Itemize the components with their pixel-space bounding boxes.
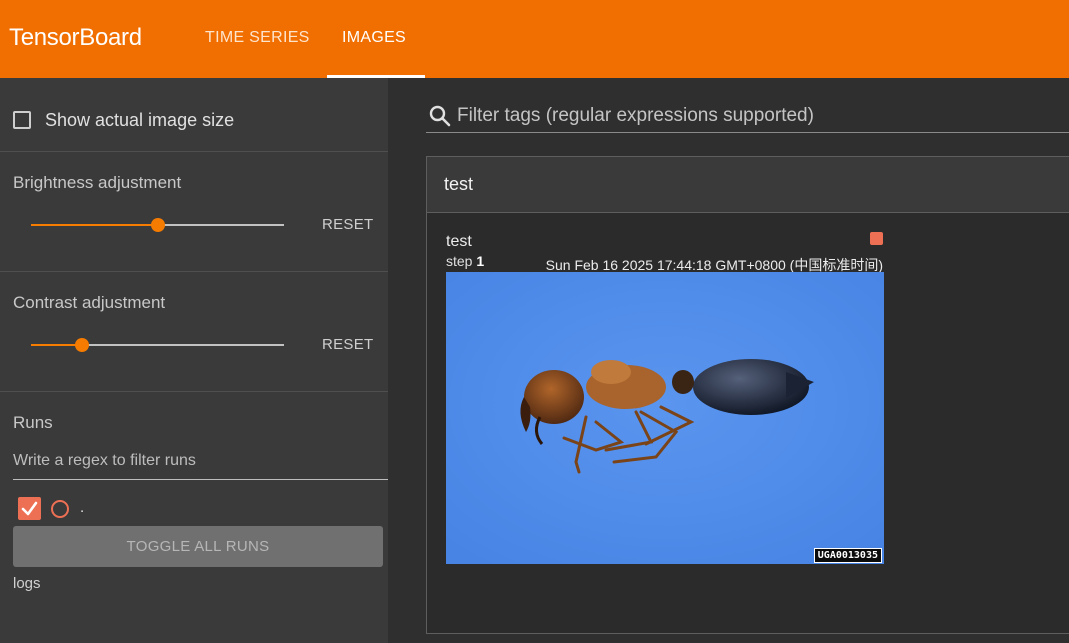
brightness-slider-fill (31, 224, 158, 226)
image-tag: test (446, 233, 472, 250)
divider (0, 151, 388, 152)
top-app-bar: TensorBoard TIME SERIES IMAGES (0, 0, 1069, 78)
tag-filter[interactable]: Filter tags (regular expressions support… (426, 100, 1069, 133)
tag-filter-input[interactable]: Filter tags (regular expressions support… (457, 105, 814, 127)
card-title: test (444, 174, 474, 194)
show-actual-size-label: Show actual image size (45, 110, 235, 130)
main-content: Filter tags (regular expressions support… (388, 78, 1069, 643)
run-checkbox[interactable] (18, 497, 41, 520)
brightness-slider[interactable] (31, 218, 284, 232)
contrast-reset-button[interactable]: RESET (322, 336, 374, 353)
ant-photo (446, 272, 884, 564)
runs-filter-input[interactable]: Write a regex to filter runs (13, 450, 388, 480)
run-color-picker[interactable] (51, 500, 69, 518)
show-actual-size-checkbox[interactable] (13, 111, 31, 129)
run-name: . (80, 499, 85, 516)
toggle-all-runs-button[interactable]: TOGGLE ALL RUNS (13, 526, 383, 567)
brightness-reset-button[interactable]: RESET (322, 216, 374, 233)
search-icon (429, 105, 451, 127)
tag-card: test test step 1 Sun Feb 16 2025 17:44:1… (426, 156, 1069, 634)
tab-images[interactable]: IMAGES (342, 29, 406, 47)
brightness-label: Brightness adjustment (13, 173, 182, 192)
image-preview[interactable]: UGA0013035 (446, 272, 884, 564)
brightness-slider-thumb[interactable] (151, 218, 165, 232)
tab-time-series[interactable]: TIME SERIES (205, 29, 310, 47)
card-header[interactable]: test (427, 157, 1069, 213)
step-label: step (446, 253, 473, 269)
contrast-slider[interactable] (31, 338, 284, 352)
runs-title: Runs (13, 413, 53, 432)
app-brand: TensorBoard (9, 24, 142, 51)
contrast-slider-thumb[interactable] (75, 338, 89, 352)
contrast-label: Contrast adjustment (13, 293, 166, 312)
divider (0, 271, 388, 272)
image-watermark: UGA0013035 (813, 548, 882, 563)
image-step: step 1 (446, 253, 484, 269)
divider (0, 391, 388, 392)
settings-sidebar: Show actual image size Brightness adjust… (0, 78, 388, 643)
check-icon (21, 501, 38, 516)
run-group-label: logs (13, 575, 41, 592)
step-value: 1 (476, 253, 485, 269)
run-color-chip (870, 232, 883, 245)
